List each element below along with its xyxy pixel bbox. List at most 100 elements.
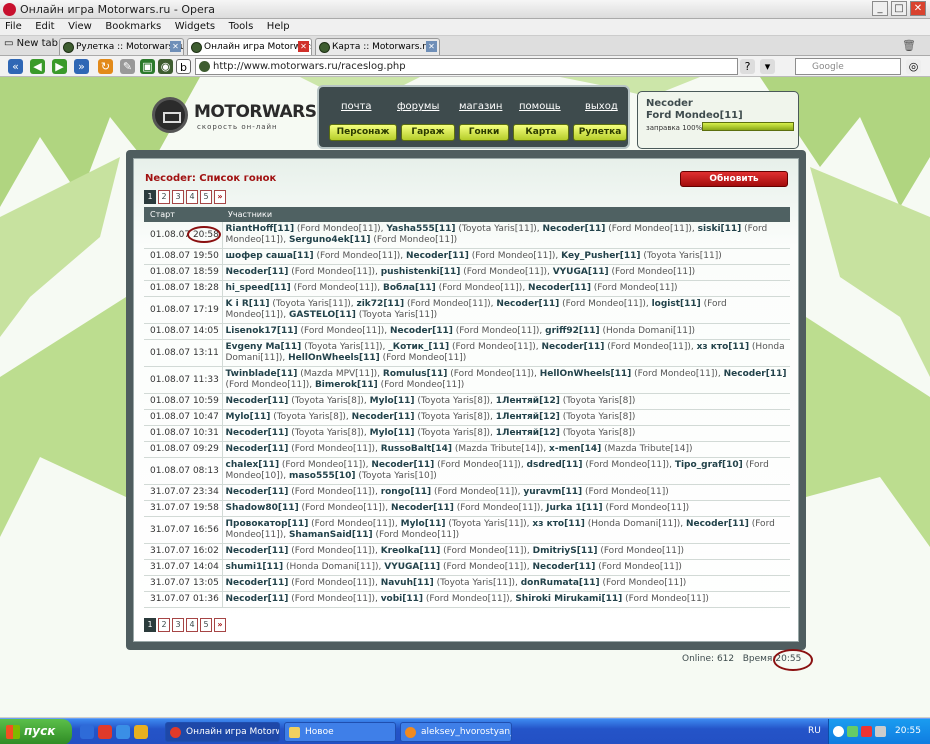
character-button[interactable]: Персонаж [329, 124, 397, 141]
nav-mail-link[interactable]: почта [341, 101, 372, 112]
page-link[interactable]: 2 [158, 190, 170, 204]
player-link[interactable]: yuravm[11] [523, 487, 582, 497]
player-link[interactable]: Necoder[11] [724, 369, 787, 379]
player-link[interactable]: Necoder[11] [496, 299, 559, 309]
player-link[interactable]: RussoBalt[14] [381, 444, 452, 454]
player-link[interactable]: Necoder[11] [541, 342, 604, 352]
mail-icon[interactable] [134, 725, 148, 739]
nav-help-link[interactable]: помощь [519, 101, 561, 112]
page-link[interactable]: 1 [144, 190, 156, 204]
player-link[interactable]: VYUGA[11] [553, 267, 609, 277]
menu-tools[interactable]: Tools [224, 19, 259, 34]
tray-antivirus-icon[interactable] [847, 726, 858, 737]
player-link[interactable]: maso555[10] [289, 471, 356, 481]
tab-roulette[interactable]: Рулетка :: Motorwars.ru ✕ [59, 38, 184, 55]
races-button[interactable]: Гонки [459, 124, 509, 141]
player-link[interactable]: Necoder[11] [226, 444, 289, 454]
menu-view[interactable]: View [63, 19, 97, 34]
player-link[interactable]: Key_Pusher[11] [561, 251, 640, 261]
menu-help[interactable]: Help [262, 19, 295, 34]
player-link[interactable]: Shiroki Mirukami[11] [515, 594, 622, 604]
nav-forums-link[interactable]: форумы [397, 101, 439, 112]
player-link[interactable]: Tipo_graf[10] [675, 460, 743, 470]
player-link[interactable]: шофер саша[11] [226, 251, 314, 261]
player-link[interactable]: griff92[11] [545, 326, 600, 336]
nav-exit-link[interactable]: выход [585, 101, 618, 112]
player-link[interactable]: Necoder[11] [532, 562, 595, 572]
player-link[interactable]: Necoder[11] [352, 412, 415, 422]
player-link[interactable]: Necoder[11] [226, 487, 289, 497]
player-link[interactable]: Serguno4ek[11] [289, 235, 371, 245]
garage-button[interactable]: Гараж [401, 124, 455, 141]
player-link[interactable]: siski[11] [698, 224, 742, 234]
player-link[interactable]: Yasha555[11] [386, 224, 455, 234]
player-link[interactable]: Necoder[11] [226, 396, 289, 406]
desktop-icon[interactable] [80, 725, 94, 739]
new-tab-button[interactable]: ▭ New tab [4, 38, 58, 49]
tray-volume-icon[interactable] [875, 726, 886, 737]
player-link[interactable]: Romulus[11] [383, 369, 448, 379]
player-link[interactable]: DmitriyS[11] [533, 546, 598, 556]
player-link[interactable]: _Котик_[11] [388, 342, 449, 352]
zoom-icon[interactable]: ◎ [906, 59, 921, 74]
player-link[interactable]: Lisenok17[11] [226, 326, 298, 336]
page-link[interactable]: 3 [172, 190, 184, 204]
player-link[interactable]: Necoder[11] [226, 578, 289, 588]
page-link[interactable]: 1 [144, 618, 156, 632]
nav-shop-link[interactable]: магазин [459, 101, 502, 112]
player-link[interactable]: хз кто[11] [532, 519, 584, 529]
tab-online-game[interactable]: Онлайн игра Motorwars.ru ✕ [187, 38, 312, 55]
player-link[interactable]: Necoder[11] [406, 251, 469, 261]
taskbar-item-chat[interactable]: aleksey_hvorostyan_... [400, 722, 512, 742]
player-link[interactable]: x-men[14] [549, 444, 601, 454]
player-link[interactable]: Necoder[11] [226, 428, 289, 438]
rewind-icon[interactable]: « [8, 59, 23, 74]
refresh-button[interactable]: Обновить [680, 171, 788, 187]
tray-keyboard-icon[interactable] [861, 726, 872, 737]
player-link[interactable]: logist[11] [652, 299, 701, 309]
tab-map[interactable]: Карта :: Motorwars.ru ✕ [315, 38, 440, 55]
player-link[interactable]: vobi[11] [381, 594, 423, 604]
player-link[interactable]: RiantHoff[11] [226, 224, 295, 234]
page-link[interactable]: 2 [158, 618, 170, 632]
player-link[interactable]: Necoder[11] [686, 519, 749, 529]
player-link[interactable]: Twinblade[11] [226, 369, 298, 379]
player-link[interactable]: shumi1[11] [226, 562, 284, 572]
help-button[interactable]: ? [740, 59, 755, 74]
menu-edit[interactable]: Edit [30, 19, 59, 34]
player-link[interactable]: Провокатор[11] [226, 519, 309, 529]
player-link[interactable]: Jurka 1[11] [546, 503, 602, 513]
taskbar-item-opera[interactable]: Онлайн игра Motorw... [165, 722, 280, 742]
tray-network-icon[interactable] [833, 726, 844, 737]
opera-quicklaunch-icon[interactable] [98, 725, 112, 739]
ie-icon[interactable] [116, 725, 130, 739]
player-link[interactable]: Mylo[11] [370, 396, 415, 406]
close-tab-icon[interactable]: ✕ [298, 41, 309, 52]
player-link[interactable]: zik72[11] [356, 299, 404, 309]
address-input[interactable]: http://www.motorwars.ru/raceslog.php [195, 58, 738, 75]
menu-file[interactable]: File [0, 19, 27, 34]
close-tab-icon[interactable]: ✕ [426, 41, 437, 52]
menu-widgets[interactable]: Widgets [170, 19, 220, 34]
player-link[interactable]: K i R[11] [226, 299, 270, 309]
player-link[interactable]: Mylo[11] [401, 519, 446, 529]
fast-forward-icon[interactable]: » [74, 59, 89, 74]
next-page-button[interactable]: » [214, 618, 226, 632]
minimize-button[interactable]: _ [872, 1, 888, 16]
player-link[interactable]: dsdred[11] [527, 460, 583, 470]
search-input[interactable]: Google [795, 58, 901, 75]
player-link[interactable]: хз кто[11] [697, 342, 749, 352]
bookmark-icon[interactable]: b [176, 59, 191, 74]
player-link[interactable]: GASTELO[11] [289, 310, 356, 320]
page-link[interactable]: 4 [186, 190, 198, 204]
language-indicator[interactable]: RU [808, 726, 821, 736]
reload-icon[interactable]: ↻ [98, 59, 113, 74]
player-link[interactable]: Necoder[11] [371, 460, 434, 470]
player-link[interactable]: Necoder[11] [226, 594, 289, 604]
start-button[interactable]: пуск [0, 719, 72, 744]
player-link[interactable]: 1Лентяй[12] [496, 428, 560, 438]
player-link[interactable]: Kreolka[11] [381, 546, 441, 556]
trash-icon[interactable]: 🗑 [902, 39, 916, 52]
player-link[interactable]: chalex[11] [226, 460, 280, 470]
player-link[interactable]: VYUGA[11] [384, 562, 440, 572]
